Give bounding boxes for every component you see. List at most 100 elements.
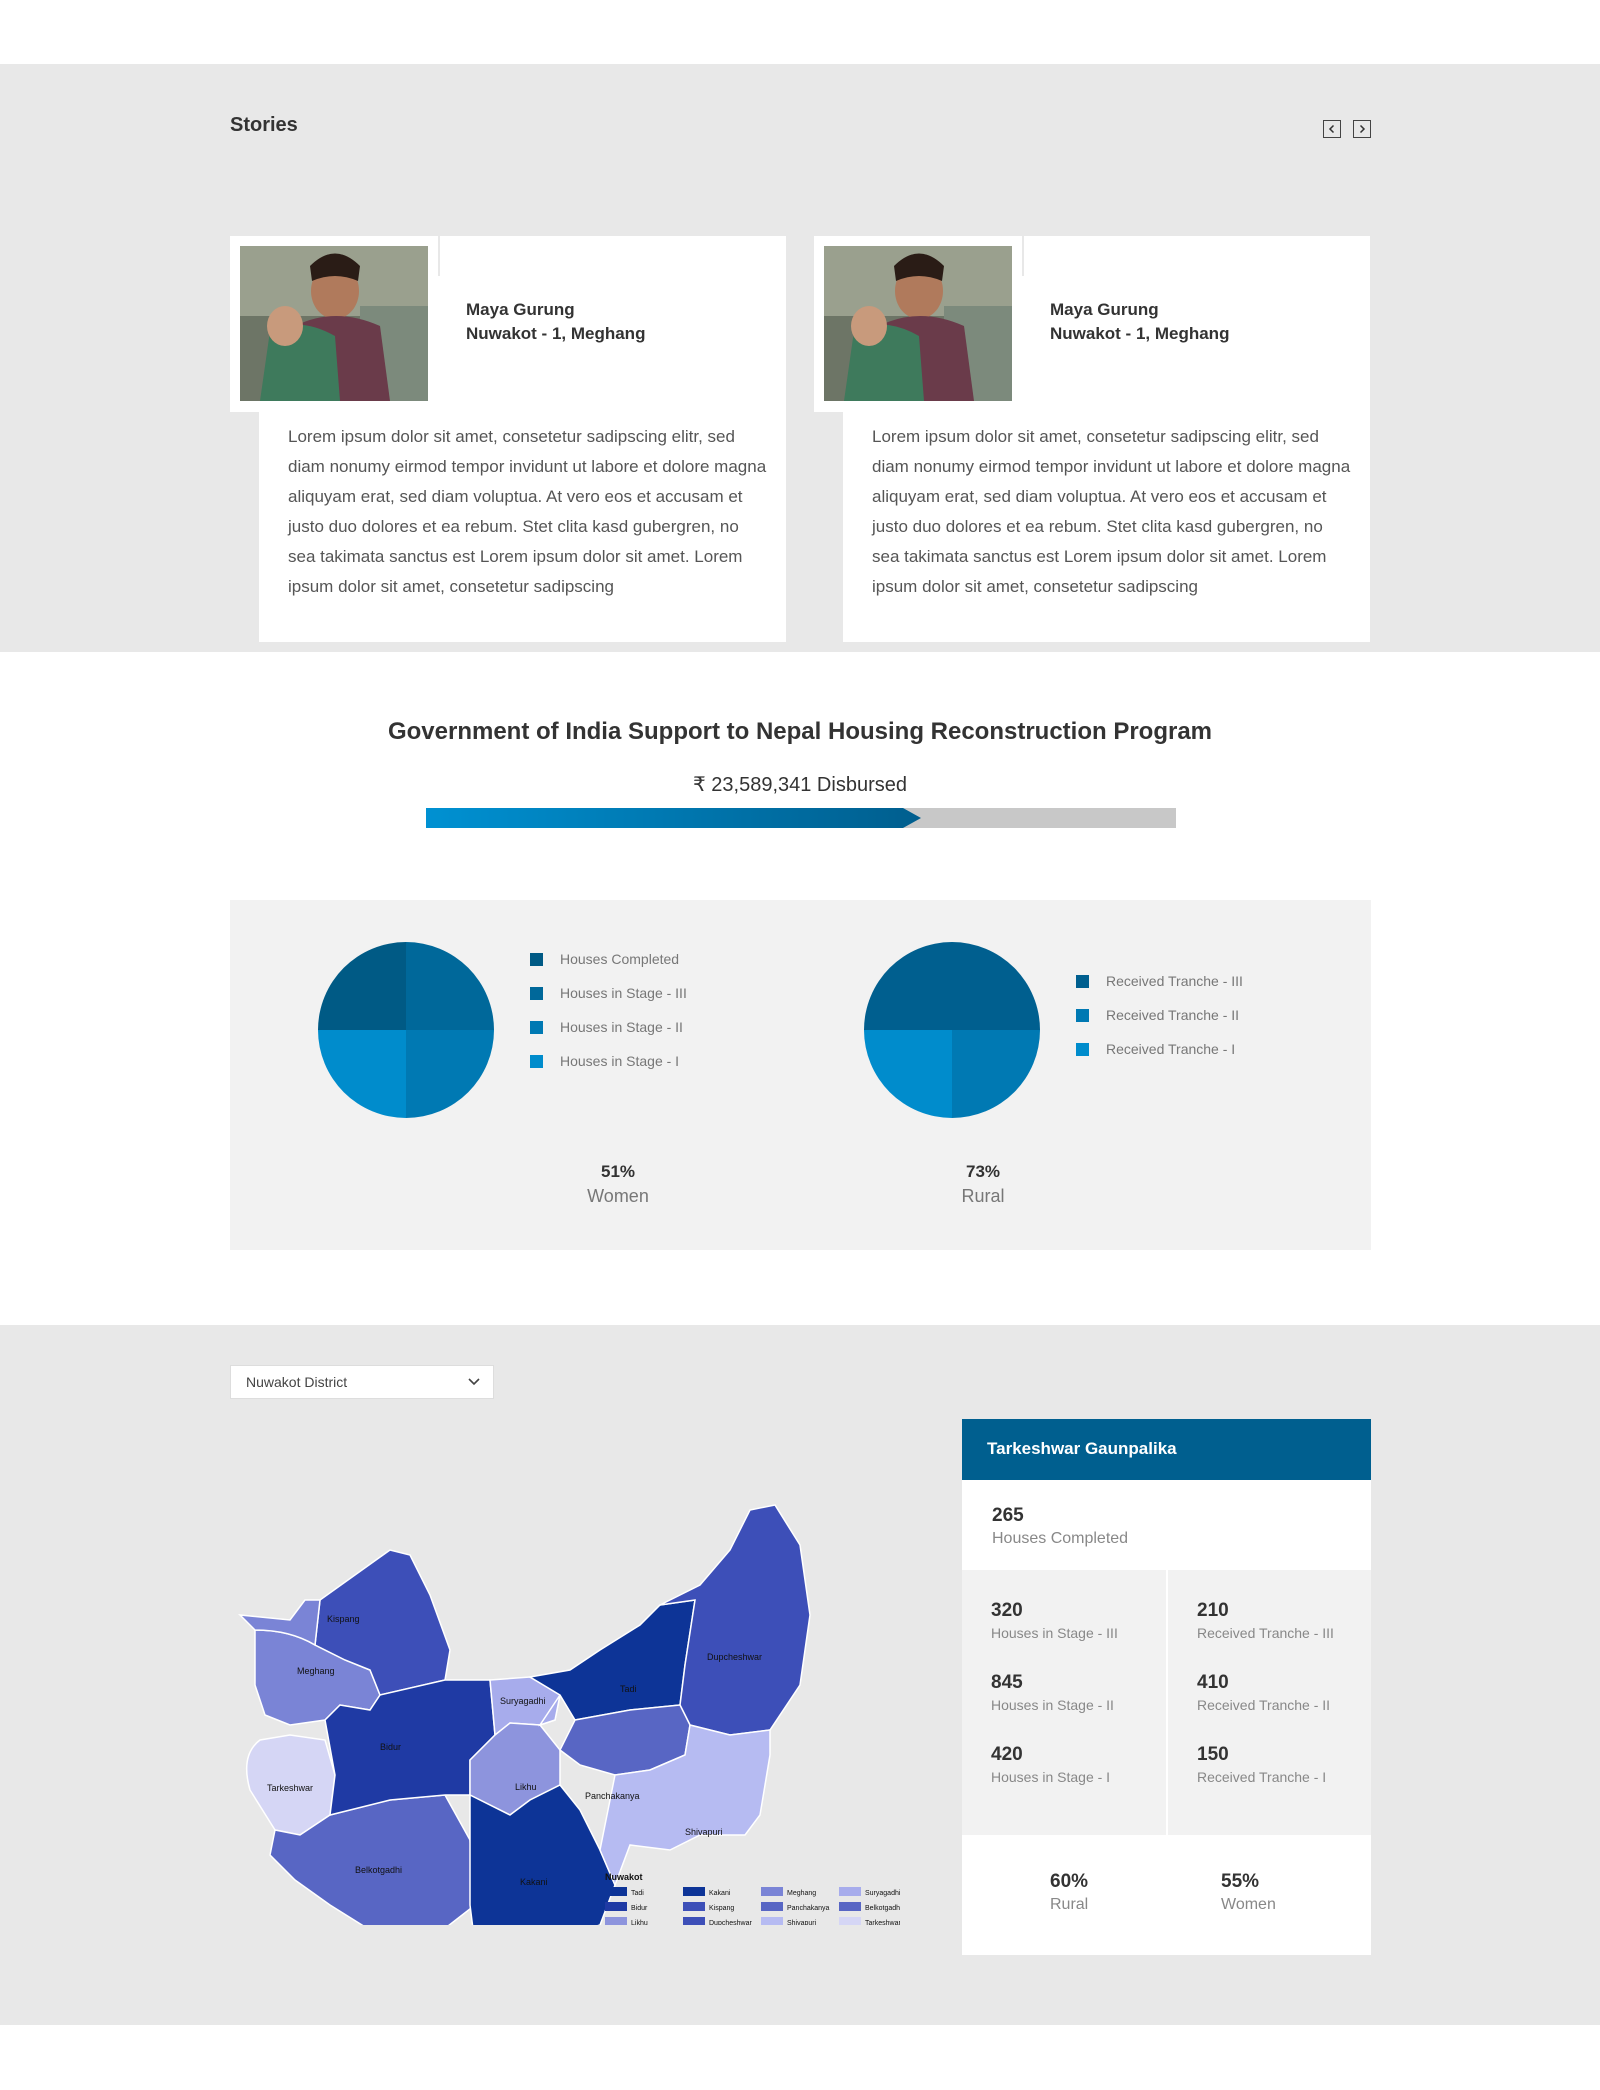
svg-text:Kispang: Kispang	[327, 1614, 360, 1624]
portrait-image	[824, 246, 1012, 401]
map-legend-label: Suryagadhi	[865, 1890, 900, 1897]
stat-houses-stage-1: 420 Houses in Stage - I	[991, 1744, 1111, 1785]
svg-text:Shivapuri: Shivapuri	[685, 1827, 723, 1837]
region-stats-grid: 320 Houses in Stage - III 210 Received T…	[962, 1570, 1371, 1835]
svg-text:Tadi: Tadi	[620, 1684, 637, 1694]
region-info-title: Tarkeshwar Gaunpalika	[962, 1419, 1371, 1480]
map-legend-label: Kakani	[709, 1890, 731, 1897]
map-legend-swatch	[605, 1902, 627, 1911]
prev-story-button[interactable]	[1323, 120, 1341, 138]
legend-swatch	[1076, 974, 1089, 988]
pie-slice-received-tranche-iii[interactable]	[864, 942, 1040, 1030]
svg-text:Belkotgadhi: Belkotgadhi	[355, 1865, 402, 1875]
svg-text:Dupcheshwar: Dupcheshwar	[707, 1652, 762, 1662]
next-story-button[interactable]	[1353, 120, 1371, 138]
map-legend-swatch	[839, 1917, 861, 1925]
legend-swatch	[1076, 1042, 1089, 1056]
map-section: Nuwakot District Kispang Meghang Bidur T…	[0, 1325, 1600, 2025]
story-card[interactable]: Maya Gurung Nuwakot - 1, Meghang Lorem i…	[230, 212, 786, 642]
legend-item: Received Tranche - III	[1076, 964, 1243, 998]
chevron-right-icon	[1359, 124, 1366, 134]
map-region-kakani[interactable]	[469, 1784, 616, 1925]
stories-title: Stories	[230, 114, 298, 136]
district-map: Kispang Meghang Bidur Tarkeshwar Belkotg…	[237, 1504, 900, 1925]
program-title: Government of India Support to Nepal Hou…	[387, 718, 1213, 745]
legend-label: Houses in Stage - II	[560, 1019, 683, 1035]
pie-slice-houses-in-stage-i[interactable]	[318, 1030, 406, 1118]
stat-tranche-2: 410 Received Tranche - II	[1197, 1672, 1331, 1713]
map-legend-label: Shivapuri	[787, 1920, 817, 1925]
map-legend-label: Dupcheshwar	[709, 1920, 752, 1925]
legend-swatch	[530, 986, 543, 1000]
svg-text:Panchakanya: Panchakanya	[585, 1791, 640, 1801]
map-legend-label: Belkotgadhi	[865, 1905, 900, 1912]
story-text: Lorem ipsum dolor sit amet, consetetur s…	[288, 427, 767, 596]
legend-item: Received Tranche - II	[1076, 998, 1243, 1032]
legend-label: Received Tranche - II	[1106, 1007, 1240, 1023]
map-legend-swatch	[761, 1917, 783, 1925]
legend-item: Houses in Stage - II	[530, 1010, 687, 1044]
region-info-card: Tarkeshwar Gaunpalika 265 Houses Complet…	[962, 1419, 1371, 1955]
map-legend-label: Likhu	[631, 1920, 648, 1925]
map-legend-swatch	[683, 1887, 705, 1896]
story-photo	[814, 236, 1022, 412]
svg-text:Meghang: Meghang	[297, 1666, 335, 1676]
region-women-stat: 55% Women	[1221, 1871, 1276, 1913]
legend-swatch	[530, 1020, 543, 1034]
disbursement-progress-bar	[426, 808, 1176, 828]
stat-houses-stage-3: 320 Houses in Stage - III	[991, 1600, 1118, 1641]
houses-legend: Houses Completed Houses in Stage - III Hou…	[530, 942, 687, 1078]
map-legend-label: Panchakanya	[787, 1905, 830, 1912]
map-legend: Nuwakot Tadi Bidur Likhu Kakani Kispang Dupch…	[605, 1872, 900, 1925]
map-legend-swatch	[605, 1887, 627, 1896]
pie-slice-received-tranche-ii[interactable]	[952, 1030, 1040, 1118]
legend-label: Houses in Stage - I	[560, 1053, 680, 1069]
story-card[interactable]: Maya Gurung Nuwakot - 1, Meghang Lorem i…	[814, 212, 1370, 642]
legend-swatch	[1076, 1008, 1089, 1022]
legend-label: Houses Completed	[560, 951, 680, 967]
map-legend-swatch	[839, 1887, 861, 1896]
rural-stat: 73% Rural	[961, 1162, 1005, 1206]
portrait-image	[240, 246, 428, 401]
charts-panel: Houses Completed Houses in Stage - III Hou…	[230, 900, 1371, 1250]
legend-item: Received Tranche - I	[1076, 1032, 1243, 1066]
story-location: Nuwakot - 1, Meghang	[466, 324, 646, 343]
map-legend-swatch	[683, 1902, 705, 1911]
map-legend-swatch	[683, 1917, 705, 1925]
chevron-down-icon	[468, 1378, 480, 1386]
map-legend-title: Nuwakot	[605, 1872, 643, 1882]
houses-pie-chart	[318, 942, 494, 1118]
legend-swatch	[530, 1054, 543, 1068]
pie-slice-houses-in-stage-ii[interactable]	[406, 1030, 494, 1118]
chevron-left-icon	[1328, 124, 1335, 134]
svg-text:Suryagadhi: Suryagadhi	[500, 1696, 546, 1706]
map-legend-label: Tadi	[631, 1890, 644, 1897]
pie-slice-houses-in-stage-iii[interactable]	[406, 942, 494, 1030]
story-text: Lorem ipsum dolor sit amet, consetetur s…	[872, 427, 1351, 596]
pie-slice-received-tranche-i[interactable]	[864, 1030, 952, 1118]
tranche-pie-chart	[864, 942, 1040, 1118]
svg-text:Tarkeshwar: Tarkeshwar	[267, 1783, 313, 1793]
map-legend-label: Tarkeshwar	[865, 1920, 900, 1925]
district-select[interactable]: Nuwakot District	[230, 1365, 494, 1399]
progress-fill	[426, 808, 921, 828]
legend-item: Houses in Stage - I	[530, 1044, 687, 1078]
pie-slice-houses-completed[interactable]	[318, 942, 406, 1030]
map-legend-label: Bidur	[631, 1905, 648, 1912]
houses-completed-stat: 265 Houses Completed	[992, 1505, 1129, 1547]
legend-item: Houses in Stage - III	[530, 976, 687, 1010]
disbursed-amount: ₹ 23,589,341 Disbursed	[693, 774, 907, 796]
map-legend-label: Meghang	[787, 1890, 816, 1897]
women-stat: 51% Women	[587, 1162, 649, 1206]
stat-tranche-1: 150 Received Tranche - I	[1197, 1744, 1327, 1785]
story-person-name: Maya Gurung	[1050, 300, 1159, 319]
region-rural-stat: 60% Rural	[1050, 1871, 1089, 1913]
stat-tranche-3: 210 Received Tranche - III	[1197, 1600, 1334, 1641]
stories-section: Stories Maya Gurung Nuwakot - 1, Meghang…	[0, 64, 1600, 652]
legend-label: Houses in Stage - III	[560, 985, 687, 1001]
map-legend-label: Kispang	[709, 1905, 734, 1912]
story-photo	[230, 236, 438, 412]
map-legend-swatch	[839, 1902, 861, 1911]
legend-swatch	[530, 952, 543, 966]
svg-text:Likhu: Likhu	[515, 1782, 537, 1792]
